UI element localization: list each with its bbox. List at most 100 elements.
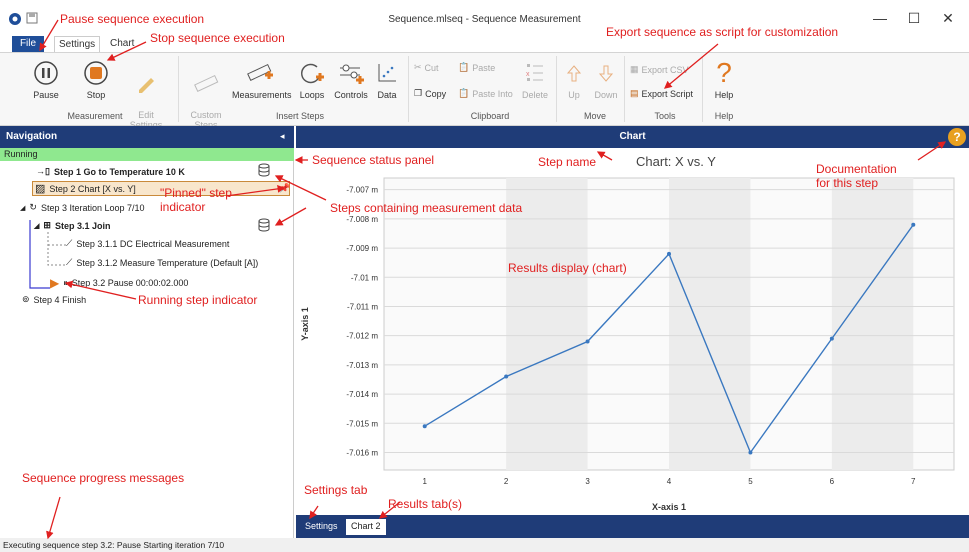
sliders-icon (330, 58, 372, 88)
expand-arrow-icon[interactable]: ◢ (34, 222, 39, 230)
arrow-up-icon (560, 58, 588, 88)
grid-band (669, 178, 751, 470)
chart-icon: ▨ (35, 183, 46, 195)
help-button[interactable]: ? Help (708, 57, 740, 100)
paste-into-button[interactable]: 📋 Paste Into (458, 88, 513, 99)
step-label: Step 2 Chart [X vs. Y] (49, 183, 136, 194)
data-label: Data (377, 90, 397, 100)
tree-step-4[interactable]: ⊚ Step 4 Finish (22, 294, 86, 305)
finish-icon: ⊚ (22, 294, 30, 304)
step-label: Step 1 Go to Temperature 10 K (53, 166, 185, 177)
annotation-export: Export sequence as script for customizat… (606, 25, 839, 39)
y-tick-label: -7.015 m (346, 419, 378, 428)
stop-icon (74, 58, 118, 88)
data-point (667, 251, 671, 256)
x-tick-label: 7 (911, 477, 916, 486)
loop-icon: ↻ (29, 202, 37, 212)
chart-2-tab[interactable]: Chart 2 (346, 519, 386, 535)
ruler-icon: ⟋ (66, 257, 73, 267)
database-icon (258, 218, 270, 235)
join-icon: ⊞ (43, 220, 51, 230)
y-tick-label: -7.012 m (346, 332, 378, 341)
tree-step-3-2[interactable]: ▶ ⏸ Step 3.2 Pause 00:00:02.000 (50, 276, 188, 290)
documentation-help-icon[interactable]: ? (948, 128, 966, 146)
group-label-tools: Tools (654, 111, 676, 121)
ruler-icon (184, 68, 228, 98)
paste-button[interactable]: 📋 Paste (458, 62, 495, 73)
settings-tab[interactable]: Settings (300, 519, 343, 535)
close-button[interactable]: ✕ (940, 10, 956, 26)
paste-into-label: Paste Into (472, 88, 513, 99)
data-point (829, 336, 834, 341)
annotation-running: Running step indicator (138, 293, 258, 307)
annotation-results: Results display (chart) (508, 261, 627, 275)
ribbon-divider (702, 56, 703, 122)
tree-step-3-1[interactable]: ◢ ⊞ Step 3.1 Join (34, 220, 110, 231)
tree-step-1[interactable]: →▯ Step 1 Go to Temperature 10 K (36, 166, 185, 177)
step-label: Step 3.2 Pause 00:00:02.000 (71, 278, 189, 288)
y-tick-label: -7.014 m (346, 390, 378, 399)
data-button[interactable]: Data (372, 58, 402, 100)
group-label-measurement: Measurement (67, 111, 123, 121)
down-button[interactable]: Down (592, 58, 620, 100)
script-icon: ▤ (630, 88, 639, 98)
tab-chart[interactable]: Chart (106, 36, 138, 52)
tree-step-3[interactable]: ◢ ↻ Step 3 Iteration Loop 7/10 (20, 202, 145, 213)
maximize-button[interactable]: ☐ (906, 10, 922, 26)
annotation-pinned: "Pinned" step indicator (160, 186, 232, 214)
ribbon-divider (178, 56, 179, 122)
thermometer-arrow-icon: →▯ (36, 166, 50, 176)
stop-button[interactable]: Stop (74, 58, 118, 100)
up-label: Up (568, 90, 580, 100)
tree-step-3-1-1[interactable]: ⟋ Step 3.1.1 DC Electrical Measurement (66, 238, 229, 249)
pin-icon[interactable]: 📌 (279, 183, 290, 194)
scissors-icon: ✂ (414, 62, 422, 72)
group-label-insert-steps: Insert Steps (275, 111, 325, 121)
scatter-icon (372, 58, 402, 88)
annotation-settings-tab: Settings tab (304, 483, 368, 497)
minimize-button[interactable]: — (872, 10, 888, 26)
expand-arrow-icon[interactable]: ◢ (20, 204, 25, 212)
export-script-button[interactable]: ▤ Export Script (630, 88, 693, 99)
y-tick-label: -7.011 m (347, 302, 378, 311)
step-label: Step 3.1 Join (54, 220, 111, 231)
table-icon: ▦ (630, 64, 639, 74)
y-axis-label: Y-axis 1 (300, 307, 310, 341)
loops-button[interactable]: Loops (292, 58, 332, 100)
group-label-move: Move (583, 111, 606, 121)
data-point (748, 450, 753, 455)
tab-settings[interactable]: Settings (54, 36, 101, 52)
pause-icon (24, 58, 68, 88)
results-tab-bar (296, 515, 969, 538)
measurements-label: Measurements (232, 90, 292, 100)
delete-button[interactable]: x Delete (518, 58, 552, 100)
annotation-results-tabs: Results tab(s) (388, 497, 463, 511)
navigation-header: Navigation (0, 126, 294, 148)
measurements-button[interactable]: Measurements (232, 58, 292, 100)
group-label-help: Help (714, 111, 734, 121)
data-point (422, 424, 427, 429)
y-tick-label: -7.016 m (346, 448, 378, 457)
export-csv-button[interactable]: ▦ Export CSV (630, 64, 689, 75)
data-point (585, 339, 590, 344)
data-point (504, 374, 509, 379)
navigation-title: Navigation (6, 131, 58, 142)
x-tick-label: 4 (667, 477, 672, 486)
copy-button[interactable]: ❐ Copy (414, 88, 446, 99)
loop-icon (292, 58, 332, 88)
collapse-nav-icon[interactable]: ◂ (280, 131, 285, 142)
sequence-status-panel: Running (0, 148, 294, 161)
cut-button[interactable]: ✂ Cut (414, 62, 439, 73)
tree-step-3-1-2[interactable]: ⟋ Step 3.1.2 Measure Temperature (Default… (66, 257, 258, 268)
controls-button[interactable]: Controls (330, 58, 372, 100)
annotation-documentation: Documentation for this step (816, 162, 897, 190)
status-bar: Executing sequence step 3.2: Pause Start… (0, 538, 969, 552)
pause-button[interactable]: Pause (24, 58, 68, 100)
pause-label: Pause (33, 90, 59, 100)
step-label: Step 4 Finish (33, 294, 87, 305)
tab-file[interactable]: File (12, 36, 44, 52)
loops-label: Loops (299, 90, 325, 100)
up-button[interactable]: Up (560, 58, 588, 100)
annotation-progress: Sequence progress messages (22, 471, 185, 485)
step-label: Step 3.1.2 Measure Temperature (Default … (76, 257, 259, 268)
